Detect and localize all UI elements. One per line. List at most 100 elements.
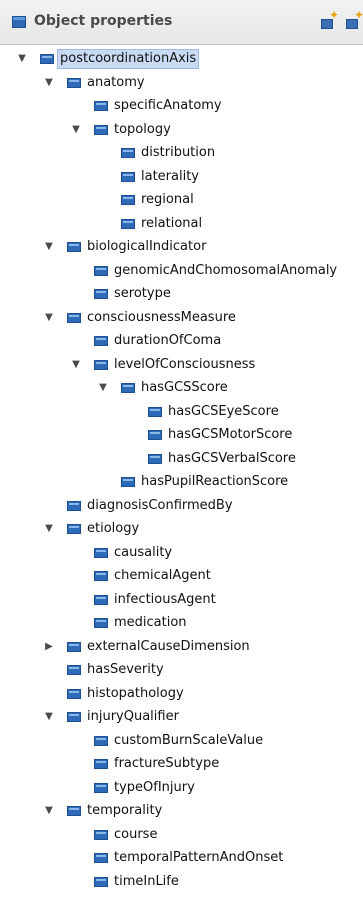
tree-node-label[interactable]: hasGCSMotorScore	[166, 426, 294, 444]
tree-node[interactable]: distribution	[0, 142, 363, 164]
tree-node-label[interactable]: hasGCSVerbalScore	[166, 450, 298, 468]
object-property-icon	[67, 665, 81, 675]
collapse-toggle-icon[interactable]: ▼	[43, 711, 55, 723]
object-property-icon	[67, 500, 81, 511]
tree-node-label[interactable]: infectiousAgent	[112, 591, 218, 609]
tree-node[interactable]: infectiousAgent	[0, 589, 363, 611]
tree-node[interactable]: laterality	[0, 166, 363, 188]
tree-node-label[interactable]: genomicAndChomosomalAnomaly	[112, 262, 339, 280]
collapse-toggle-icon[interactable]: ▼	[43, 312, 55, 324]
tree-node[interactable]: chemicalAgent	[0, 565, 363, 587]
object-property-icon	[94, 594, 108, 605]
object-property-icon	[148, 430, 162, 440]
collapse-toggle-icon[interactable]: ▼	[70, 359, 82, 371]
tree-node[interactable]: ▼ biologicalIndicator	[0, 236, 363, 258]
add-sub-property-button[interactable]: ✦	[320, 9, 339, 31]
tree-node[interactable]: hasSeverity	[0, 659, 363, 681]
tree-node-label[interactable]: anatomy	[85, 74, 147, 92]
object-property-icon	[121, 383, 135, 393]
tree-node-label[interactable]: consciousnessMeasure	[85, 309, 238, 327]
tree-node-label[interactable]: diagnosisConfirmedBy	[85, 497, 235, 515]
object-property-icon	[94, 759, 108, 769]
collapse-toggle-icon[interactable]: ▼	[43, 241, 55, 253]
object-property-icon	[67, 312, 81, 323]
tree-node[interactable]: timeInLife	[0, 871, 363, 893]
tree-node-label[interactable]: laterality	[139, 168, 201, 186]
tree-node[interactable]: typeOfInjury	[0, 777, 363, 799]
tree-node-label[interactable]: durationOfComa	[112, 332, 223, 350]
tree-node[interactable]: medication	[0, 612, 363, 634]
tree-node[interactable]: ▼ hasGCSScore	[0, 377, 363, 399]
tree-node[interactable]: hasPupilReactionScore	[0, 471, 363, 493]
tree-node-label[interactable]: topology	[112, 121, 173, 139]
tree-node-label[interactable]: injuryQualifier	[85, 708, 181, 726]
tree-node[interactable]: ▼ postcoordinationAxis	[0, 48, 363, 70]
tree-node-label[interactable]: biologicalIndicator	[85, 238, 208, 256]
tree-node[interactable]: regional	[0, 189, 363, 211]
object-property-icon	[94, 853, 108, 863]
tree-node[interactable]: hasGCSMotorScore	[0, 424, 363, 446]
tree-node[interactable]: ▼ topology	[0, 119, 363, 141]
tree-node[interactable]: fractureSubtype	[0, 753, 363, 775]
tree-node-label[interactable]: hasGCSScore	[139, 379, 230, 397]
tree-node[interactable]: hasGCSVerbalScore	[0, 448, 363, 470]
object-property-icon	[67, 688, 81, 699]
tree-node-label[interactable]: distribution	[139, 144, 217, 162]
tree-node[interactable]: serotype	[0, 283, 363, 305]
tree-node[interactable]: histopathology	[0, 683, 363, 705]
collapse-toggle-icon[interactable]: ▼	[43, 805, 55, 817]
object-property-icon	[67, 806, 81, 816]
tree-node[interactable]: ▼ injuryQualifier	[0, 706, 363, 728]
tree-node-label[interactable]: levelOfConsciousness	[112, 356, 257, 374]
tree-node-label[interactable]: postcoordinationAxis	[56, 49, 200, 69]
tree-node-label[interactable]: typeOfInjury	[112, 779, 197, 797]
tree-node[interactable]: ▼ etiology	[0, 518, 363, 540]
collapse-toggle-icon[interactable]: ▼	[16, 53, 28, 65]
tree-node[interactable]: ▼ temporality	[0, 800, 363, 822]
tree-node-label[interactable]: relational	[139, 215, 204, 233]
tree-node[interactable]: ▼ anatomy	[0, 72, 363, 94]
tree-node[interactable]: course	[0, 824, 363, 846]
expand-toggle-icon[interactable]: ▶	[43, 641, 55, 653]
tree-node-label[interactable]: fractureSubtype	[112, 755, 221, 773]
tree-node-label[interactable]: hasSeverity	[85, 661, 166, 679]
tree-node-label[interactable]: externalCauseDimension	[85, 638, 252, 656]
add-sibling-property-button[interactable]: ✦	[345, 9, 363, 31]
tree-node[interactable]: ▼ consciousnessMeasure	[0, 307, 363, 329]
object-property-icon	[94, 876, 108, 887]
tree-node[interactable]: durationOfComa	[0, 330, 363, 352]
tree-node[interactable]: customBurnScaleValue	[0, 730, 363, 752]
tree-node-label[interactable]: regional	[139, 191, 196, 209]
tree-node-label[interactable]: serotype	[112, 285, 173, 303]
tree-node-label[interactable]: temporality	[85, 802, 164, 820]
tree-node-label[interactable]: chemicalAgent	[112, 567, 213, 585]
tree-node-label[interactable]: temporalPatternAndOnset	[112, 849, 285, 867]
tree-node[interactable]: hasGCSEyeScore	[0, 401, 363, 423]
object-property-icon	[67, 242, 81, 252]
collapse-toggle-icon[interactable]: ▼	[43, 77, 55, 89]
tree-node[interactable]: ▼ levelOfConsciousness	[0, 354, 363, 376]
tree-node[interactable]: diagnosisConfirmedBy	[0, 495, 363, 517]
tree-node-label[interactable]: hasGCSEyeScore	[166, 403, 281, 421]
tree-node[interactable]: specificAnatomy	[0, 95, 363, 117]
object-property-icon	[94, 265, 108, 276]
tree-node-label[interactable]: course	[112, 826, 159, 844]
tree-node-label[interactable]: customBurnScaleValue	[112, 732, 265, 750]
tree-node-label[interactable]: specificAnatomy	[112, 97, 224, 115]
collapse-toggle-icon[interactable]: ▼	[70, 124, 82, 136]
tree-node-label[interactable]: causality	[112, 544, 174, 562]
object-properties-panel: Object properties ✦ ✦ ▼ postcoordinationA…	[0, 0, 363, 910]
tree-node-label[interactable]: etiology	[85, 520, 141, 538]
tree-node-label[interactable]: histopathology	[85, 685, 186, 703]
collapse-toggle-icon[interactable]: ▼	[43, 523, 55, 535]
tree-node[interactable]: relational	[0, 213, 363, 235]
tree-node[interactable]: temporalPatternAndOnset	[0, 847, 363, 869]
collapse-toggle-icon[interactable]: ▼	[97, 382, 109, 394]
tree-node-label[interactable]: hasPupilReactionScore	[139, 473, 290, 491]
tree-node-label[interactable]: timeInLife	[112, 873, 181, 891]
tree-node-label[interactable]: medication	[112, 614, 189, 632]
object-property-icon	[94, 547, 108, 558]
tree-node[interactable]: causality	[0, 542, 363, 564]
tree-node[interactable]: ▶ externalCauseDimension	[0, 636, 363, 658]
tree-node[interactable]: genomicAndChomosomalAnomaly	[0, 260, 363, 282]
